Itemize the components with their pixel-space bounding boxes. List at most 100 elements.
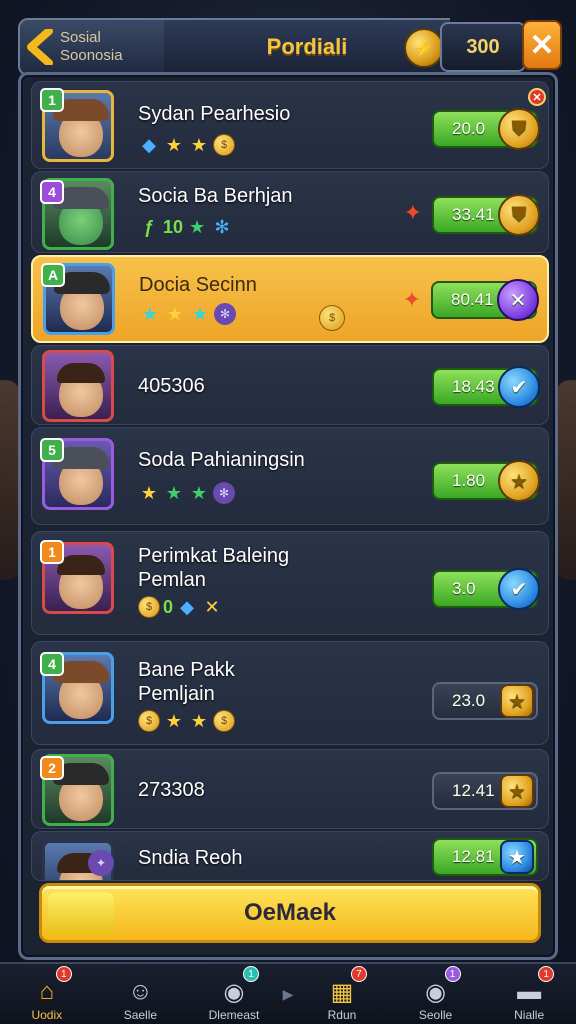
score-value: 3.0 [452, 579, 476, 598]
star-icon: ★ [191, 304, 209, 324]
rank-badge: A [41, 263, 65, 287]
star-badge-icon: ★ [500, 684, 534, 718]
nav-item-anvil[interactable]: 1 ▬ Nialle [484, 966, 574, 1022]
reward-count: 10 [163, 217, 184, 237]
star-badge-icon: ★ [500, 774, 534, 808]
nav-label: Saelle [123, 1008, 158, 1022]
remove-icon[interactable]: ✕ [528, 88, 546, 106]
score-button[interactable]: 12.81 ★ [432, 838, 538, 876]
gear-icon: ✻ [213, 482, 235, 504]
notification-badge: 1 [538, 966, 555, 982]
list-item[interactable]: 1 Perimkat Baleing Pemlan $ 0 ◆ ✕ 3.0 ✔ [31, 531, 549, 635]
score-button[interactable]: 33.41 ⛊ [432, 194, 540, 236]
list-item[interactable]: 405306 18.43 ✔ [31, 345, 549, 425]
list-item[interactable]: 4 Socia Ba Berhjan ƒ 10 ★ ✻ ✦ 33.41 ⛊ [31, 171, 549, 253]
star-icon: ★ [165, 483, 183, 503]
star-icon: ★ [190, 135, 208, 155]
rank-badge: 1 [40, 540, 64, 564]
star-icon: ★ [188, 217, 206, 237]
coin-icon: $ [319, 305, 345, 331]
avatar [42, 350, 114, 422]
bottom-nav: 1 ⌂ Uodix ☺ Saelle 1 ◉ Dlemeast ▶ 7 ▦ Rd… [0, 962, 576, 1024]
notification-badge: 1 [242, 966, 259, 982]
nav-label: Uodix [31, 1008, 63, 1022]
score-value: 12.41 [452, 781, 495, 800]
list-item[interactable]: 1 Sydan Pearhesio ◆ ★ ★ $ 20.0 ⛊ ✕ [31, 81, 549, 169]
score-button[interactable]: 12.41 ★ [432, 772, 538, 810]
score-value: 80.41 [451, 290, 494, 309]
nav-item-box[interactable]: 7 ▦ Rdun [297, 966, 387, 1022]
star-icon: ★ [165, 135, 183, 155]
main-action-button[interactable]: OeMaek [39, 883, 541, 943]
score-button[interactable]: 23.0 ★ [432, 682, 538, 720]
score-value: 18.43 [452, 377, 495, 396]
page-title: Pordiali [266, 34, 348, 59]
score-button[interactable]: 20.0 ⛊ [432, 108, 540, 150]
score-button[interactable]: 1.80 ★ [432, 460, 540, 502]
nav-label: Nialle [514, 1008, 545, 1022]
back-button[interactable]: Sosial Soonosia [18, 18, 168, 76]
list-item[interactable]: 2 273308 12.41 ★ [31, 749, 549, 829]
gear-icon: ✻ [214, 217, 230, 237]
list-item[interactable]: 5 Soda Pahianingsin ★ ★ ★ ✻ 1.80 ★ [31, 427, 549, 525]
reward-icons: $ ★ ★ $ [138, 710, 235, 732]
back-arrow-icon [20, 22, 60, 72]
back-label: Sosial Soonosia [60, 29, 123, 65]
star-icon: ★ [190, 711, 208, 731]
player-name: Sydan Pearhesio [138, 103, 291, 125]
anvil-icon: ▬ [517, 978, 542, 1005]
nav-label: Rdun [327, 1008, 357, 1022]
score-value: 23.0 [452, 691, 486, 710]
coin-icon: $ [213, 710, 235, 732]
flame-icon: ✦ [403, 200, 422, 225]
score-value: 1.80 [452, 471, 486, 490]
list-item-selected[interactable]: A Docia Secinn ★ ★ ★ ✻ $ ✦ 80.41 ✕ [31, 255, 549, 343]
nav-item-disc[interactable]: 1 ◉ Dlemeast [189, 966, 279, 1022]
reward-count: 0 [163, 597, 174, 617]
disc-icon: ◉ [223, 978, 245, 1006]
score-value: 33.41 [452, 205, 495, 224]
reward-icons: ★ ★ ★ ✻ [139, 303, 236, 325]
player-name: Soda Pahianingsin [138, 449, 305, 471]
score-button[interactable]: 3.0 ✔ [432, 568, 540, 610]
rank-badge: 4 [40, 180, 64, 204]
sword-icon: ✕ [204, 597, 220, 617]
score-button[interactable]: 18.43 ✔ [432, 366, 540, 408]
nav-item-profile[interactable]: ☺ Saelle [95, 966, 185, 1022]
shield-icon: ⛊ [498, 108, 540, 150]
close-button[interactable]: ✕ [522, 20, 562, 70]
nav-label: Dlemeast [208, 1008, 260, 1022]
main-action-label: OeMaek [243, 899, 337, 926]
notification-badge: 7 [350, 966, 367, 982]
coin-counter: 300 [440, 22, 526, 72]
back-label-line2: Soonosia [60, 47, 123, 64]
check-icon: ✔ [498, 568, 540, 610]
player-name: 405306 [138, 375, 205, 397]
rank-badge: 2 [40, 756, 64, 780]
reward-icons: $ 0 ◆ ✕ [138, 596, 223, 618]
notification-badge: 1 [444, 966, 461, 982]
check-icon: ✔ [498, 366, 540, 408]
score-button[interactable]: 80.41 ✕ [431, 279, 539, 321]
coin-icon: ⚡ [404, 28, 444, 68]
list-item[interactable]: 4 Bane Pakk Pemljain $ ★ ★ $ 23.0 ★ [31, 641, 549, 745]
gem-icon: ◆ [180, 597, 194, 617]
leaf-icon: ƒ [143, 217, 154, 237]
home-icon: ⌂ [39, 978, 55, 1005]
notification-badge: 1 [55, 966, 72, 982]
coin-icon: $ [213, 134, 235, 156]
star-icon: ★ [166, 304, 184, 324]
player-name-line2: Pemlan [138, 569, 206, 591]
back-label-line1: Sosial [60, 29, 101, 46]
star-icon: ★ [141, 304, 159, 324]
disc-icon: ◉ [425, 978, 447, 1006]
list-item[interactable]: ✦ Sndia Reoh 12.81 ★ [31, 831, 549, 881]
rank-badge: 4 [40, 652, 64, 676]
nav-item-home[interactable]: 1 ⌂ Uodix [2, 966, 92, 1022]
person-icon: ☺ [128, 978, 153, 1005]
player-name-line1: Bane Pakk [138, 659, 235, 681]
nav-item-disc-2[interactable]: 1 ◉ Seolle [391, 966, 481, 1022]
player-name: Socia Ba Berhjan [138, 185, 293, 207]
star-badge-icon: ★ [498, 460, 540, 502]
rank-badge: 5 [40, 438, 64, 462]
